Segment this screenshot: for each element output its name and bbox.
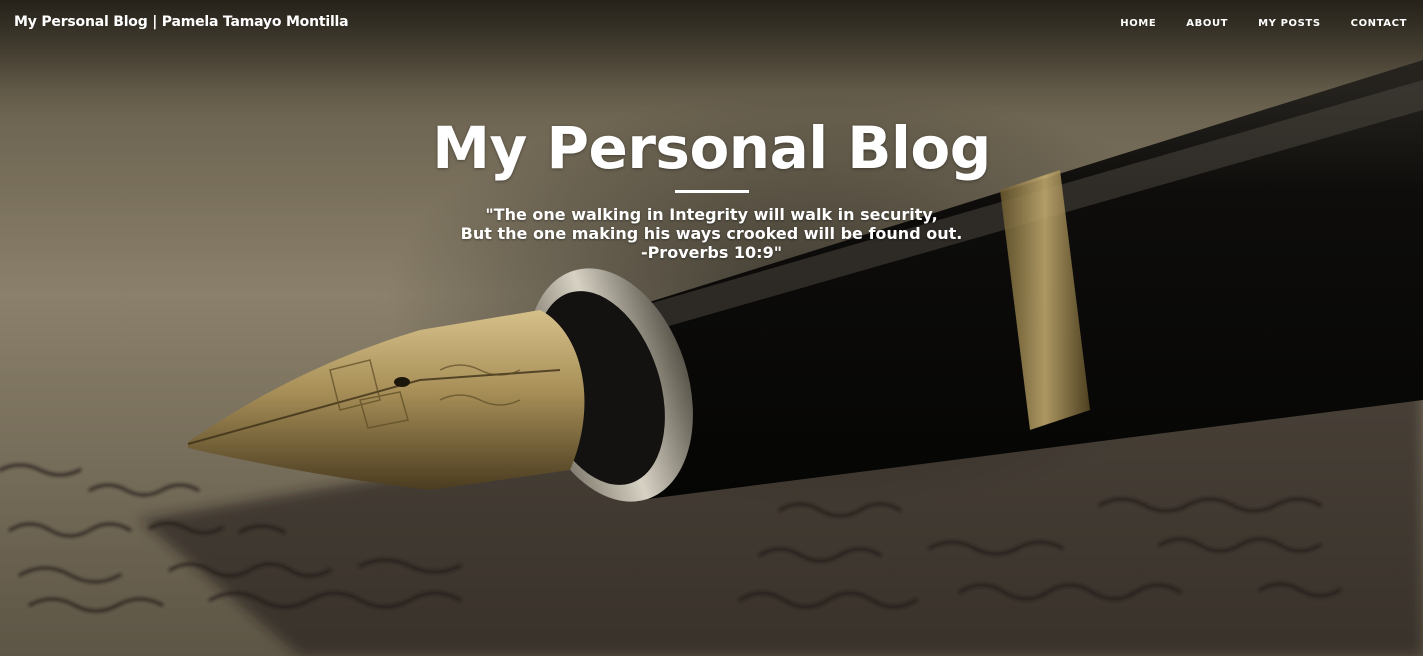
- nav-item-contact: CONTACT: [1351, 13, 1407, 31]
- navbar: My Personal Blog | Pamela Tamayo Montill…: [0, 0, 1423, 44]
- quote-line-3: -Proverbs 10:9": [640, 243, 783, 262]
- nav-menu: HOME ABOUT MY POSTS CONTACT: [1120, 13, 1407, 31]
- fountain-pen-background-image: [0, 60, 1423, 656]
- brand-link[interactable]: My Personal Blog | Pamela Tamayo Montill…: [14, 14, 349, 30]
- nav-link-about[interactable]: ABOUT: [1186, 18, 1228, 29]
- nav-item-my-posts: MY POSTS: [1258, 13, 1321, 31]
- nav-item-home: HOME: [1120, 13, 1156, 31]
- quote-line-1: "The one walking in Integrity will walk …: [485, 205, 938, 224]
- quote-line-2: But the one making his ways crooked will…: [460, 224, 963, 243]
- hero-section: My Personal Blog | Pamela Tamayo Montill…: [0, 0, 1423, 656]
- nav-link-my-posts[interactable]: MY POSTS: [1258, 18, 1321, 29]
- nav-item-about: ABOUT: [1186, 13, 1228, 31]
- site-title: My Personal Blog: [432, 114, 991, 182]
- title-divider: [674, 190, 749, 193]
- nav-link-home[interactable]: HOME: [1120, 18, 1156, 29]
- nav-link-contact[interactable]: CONTACT: [1351, 18, 1407, 29]
- site-heading: My Personal Blog "The one walking in Int…: [0, 112, 1423, 262]
- subheading-quote: "The one walking in Integrity will walk …: [0, 205, 1423, 262]
